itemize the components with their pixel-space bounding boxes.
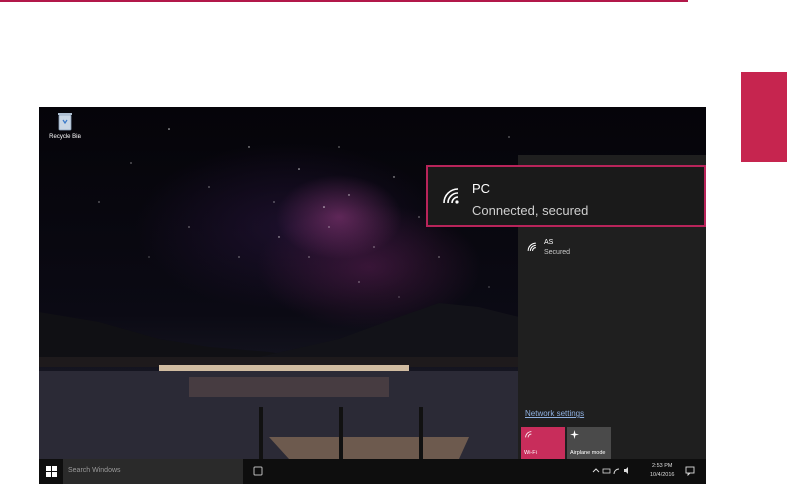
network-settings-link[interactable]: Network settings <box>525 409 584 418</box>
clock-date: 10/4/2016 <box>650 472 675 478</box>
clock-time: 2:53 PM <box>651 463 673 469</box>
recycle-bin-label: Recycle Bin <box>49 134 81 140</box>
network-status: Connected, secured <box>472 203 589 218</box>
desktop-screen: Recycle Bin PC Connected, secured AS Sec… <box>39 107 706 484</box>
search-placeholder: Search Windows <box>68 467 121 474</box>
windows-start-icon[interactable] <box>46 466 57 477</box>
tray-icons[interactable] <box>592 466 632 475</box>
recycle-bin-icon <box>57 111 73 131</box>
wifi-icon <box>443 188 459 204</box>
task-view-icon[interactable] <box>252 466 264 476</box>
airplane-mode-tile[interactable]: Airplane mode <box>567 427 611 459</box>
network-item-as[interactable]: AS Secured <box>526 239 696 263</box>
search-box[interactable]: Search Windows <box>63 459 243 484</box>
airplane-icon <box>570 430 579 439</box>
wifi-icon <box>525 431 532 438</box>
network-status: Secured <box>544 249 571 256</box>
network-name: AS <box>544 239 554 246</box>
section-tab <box>741 72 787 162</box>
taskbar-clock[interactable]: 2:53 PM 10/4/2016 <box>650 462 674 480</box>
wifi-icon <box>527 242 536 251</box>
notification-center-icon[interactable] <box>685 466 695 476</box>
tile-label: Airplane mode <box>570 450 606 456</box>
wifi-toggle-tile[interactable]: Wi-Fi <box>521 427 565 459</box>
tile-label: Wi-Fi <box>524 450 537 456</box>
top-divider-line <box>0 0 688 2</box>
taskbar: Search Windows 2:53 PM 10/4/2016 <box>39 459 706 484</box>
recycle-bin[interactable]: Recycle Bin <box>45 111 85 140</box>
system-tray[interactable] <box>592 466 632 477</box>
network-item-pc[interactable]: PC Connected, secured <box>426 165 706 227</box>
network-name: PC <box>472 181 491 196</box>
